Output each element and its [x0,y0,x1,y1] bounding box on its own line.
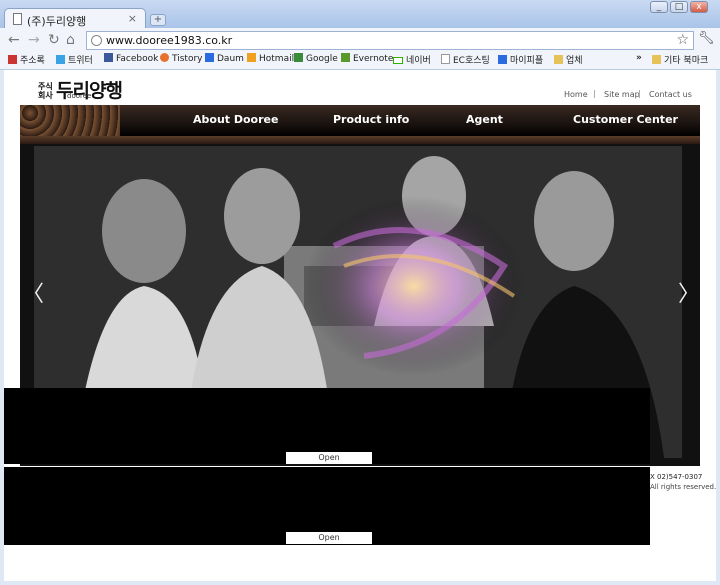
home-icon[interactable]: ⌂ [66,32,75,48]
naver-icon [393,57,403,64]
nav-agent[interactable]: Agent [466,113,503,126]
browser-toolbar: ← → ↻ ⌂ www.dooree1983.co.kr ☆ [0,28,720,52]
mypeople-icon [498,55,507,64]
logo-english: dooree [67,92,92,100]
maximize-icon[interactable]: □ [670,1,688,13]
reload-icon[interactable]: ↻ [48,32,60,48]
bookmark-item[interactable]: Tistory [160,53,202,64]
footer-fax: X 02)547-0307 [650,473,703,481]
bookmark-item[interactable]: Facebook [104,53,158,64]
next-slide-icon[interactable]: 〉 [678,276,700,308]
browser-titlebar: (주)두리양행 × + _ □ x [0,0,720,30]
address-bar[interactable]: www.dooree1983.co.kr ☆ [86,31,694,50]
close-tab-icon[interactable]: × [128,12,137,25]
folder-icon [652,55,661,64]
link-separator: | [638,89,641,98]
prev-slide-icon[interactable]: 〈 [22,276,44,308]
folder-icon [554,55,563,64]
main-nav: About Dooree Product info Agent Customer… [20,105,700,136]
bookmarks-bar: 주소록 트위터 Facebook Tistory Daum Hotmail Go… [0,52,720,70]
page-icon [13,13,22,25]
popup-overlay-2: Open [4,467,650,545]
bookmark-star-icon[interactable]: ☆ [676,33,689,48]
other-bookmarks[interactable]: 기타 북마크 [652,53,708,66]
browser-tab[interactable]: (주)두리양행 × [4,8,146,30]
bookmarks-overflow-icon[interactable]: » [636,53,642,63]
gmail-icon [8,55,17,64]
footer-copyright: All rights reserved. [650,483,716,491]
logo-company-type: 주식회사 [38,82,53,100]
bookmark-item[interactable]: Daum [205,53,244,64]
nav-shadow [20,136,700,144]
tistory-icon [160,53,169,62]
home-link[interactable]: Home [564,90,588,99]
bookmark-item[interactable]: 주소록 [8,53,45,66]
page-icon [441,54,450,64]
contact-link[interactable]: Contact us [649,90,692,99]
close-window-icon[interactable]: x [690,1,708,13]
nav-about[interactable]: About Dooree [193,113,278,126]
forward-icon[interactable]: → [28,32,40,48]
bookmark-item[interactable]: 마이피플 [498,53,543,66]
nav-customer-center[interactable]: Customer Center [573,113,678,126]
google-icon [294,53,303,62]
facebook-icon [104,53,113,62]
open-button[interactable]: Open [286,452,372,464]
open-button[interactable]: Open [286,532,372,544]
nav-product-info[interactable]: Product info [333,113,409,126]
popup-overlay-1: Open [4,388,650,464]
bookmark-item[interactable]: 트위터 [56,53,93,66]
coffee-beans-image [20,105,120,136]
bookmark-item[interactable]: Hotmail [247,53,294,64]
wrench-icon[interactable]: 🔧︎ [698,31,715,46]
bookmark-item[interactable]: Google [294,53,338,64]
back-icon[interactable]: ← [8,32,20,48]
bookmark-item[interactable]: Evernote [341,53,393,64]
hotmail-icon [247,53,256,62]
evernote-icon [341,53,350,62]
web-page: 주식회사 두리양행 dooree Home | Site map | Conta… [4,70,716,581]
link-separator: | [593,89,596,98]
bookmark-item[interactable]: EC호스팅 [441,53,490,66]
bookmark-item[interactable]: 네이버 [393,53,431,66]
twitter-icon [56,55,65,64]
daum-icon [205,53,214,62]
globe-icon [91,35,102,46]
tab-title: (주)두리양행 [27,15,87,28]
url-text: www.dooree1983.co.kr [106,34,233,47]
minimize-icon[interactable]: _ [650,1,668,13]
sitemap-link[interactable]: Site map [604,90,640,99]
bookmark-item[interactable]: 업체 [554,53,583,66]
new-tab-button[interactable]: + [150,14,166,26]
